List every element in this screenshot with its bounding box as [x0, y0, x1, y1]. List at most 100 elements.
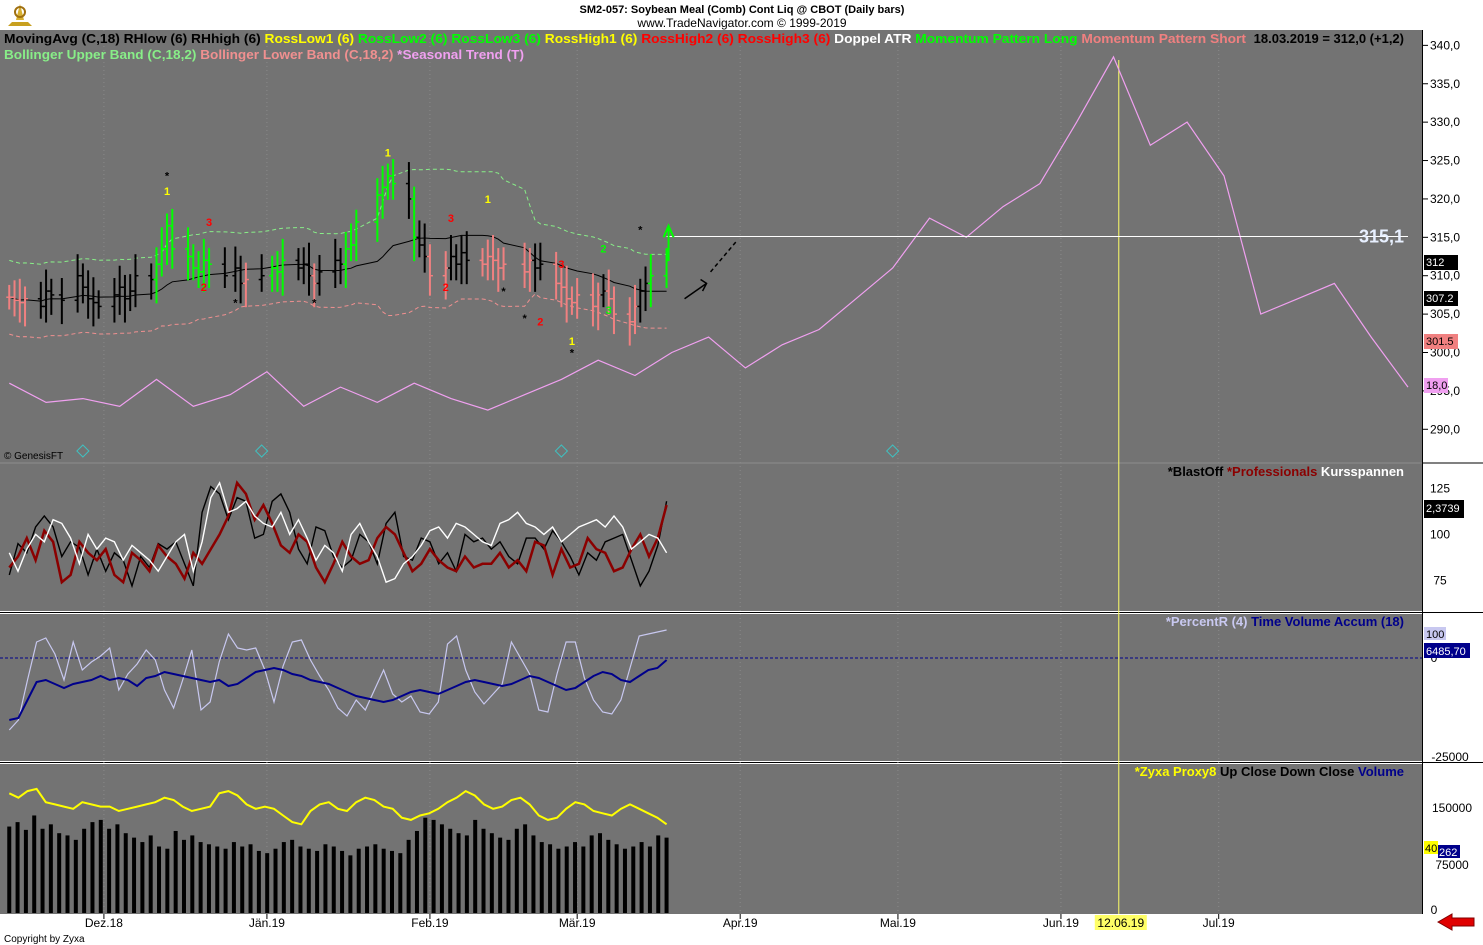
legend-entry[interactable]: RHhigh (6) — [187, 31, 260, 46]
price-tick-label: 310,0 — [1430, 269, 1460, 283]
legend-entry[interactable]: RossHigh3 (6) — [734, 31, 830, 46]
volume-bar — [647, 846, 652, 913]
ross-marker: 2 — [600, 244, 606, 256]
volume-bar — [82, 828, 87, 913]
legend-entry[interactable]: Bollinger Lower Band (C,18,2) — [196, 47, 393, 62]
volume-bar — [489, 833, 494, 913]
volume-bar — [15, 822, 20, 913]
volume-bar — [531, 835, 536, 913]
ross-marker: * — [570, 347, 575, 359]
volume-bar — [614, 844, 619, 913]
date-tick-label: Mär.19 — [559, 916, 596, 930]
legend-entry[interactable]: RossLow1 (6) — [261, 31, 354, 46]
legend-entry[interactable]: *Professionals — [1223, 464, 1317, 479]
legend-row-2: Bollinger Upper Band (C,18,2) Bollinger … — [4, 47, 524, 62]
legend-entry[interactable]: RossLow2 (6) — [354, 31, 447, 46]
price-tick-label: 320,0 — [1430, 192, 1460, 206]
volume-bar — [315, 850, 320, 913]
scroll-right-arrow-icon[interactable] — [1436, 913, 1475, 931]
volume-bar — [448, 828, 453, 913]
volume-bar — [290, 839, 295, 913]
volume-panel[interactable] — [0, 764, 1422, 914]
volume-tick-label: 150000 — [1432, 801, 1472, 815]
volume-bar — [664, 837, 669, 913]
legend-entry[interactable]: RHlow (6) — [120, 31, 187, 46]
oscillator-panel[interactable] — [0, 464, 1422, 611]
vendor-label: © GenesisFT — [4, 451, 63, 462]
price-tick-label: 325,0 — [1430, 154, 1460, 168]
legend-entry[interactable]: *Seasonal Trend (T) — [393, 47, 524, 62]
legend-entry[interactable]: Bollinger Upper Band (C,18,2) — [4, 47, 196, 62]
volume-bar — [215, 846, 220, 913]
volume-bar — [65, 835, 70, 913]
percentr-tick-label: -25000 — [1431, 750, 1469, 764]
price-tick-label: 305,0 — [1430, 307, 1460, 321]
volume-bar — [123, 833, 128, 913]
date-tick-label: Mai.19 — [880, 916, 916, 930]
volume-bar — [73, 839, 78, 913]
legend-oscillator: *BlastOff *Professionals Kursspannen — [1168, 464, 1404, 479]
volume-bar — [348, 855, 353, 913]
legend-volume: *Zyxa Proxy8 Up Close Down Close Volume — [1135, 764, 1404, 779]
chart-canvas: 315,11*32**1321**231*23* 290,0295,0300,0… — [0, 4, 1483, 945]
ross-marker: * — [501, 286, 506, 298]
ross-marker: 2 — [201, 282, 207, 294]
volume-bar — [523, 824, 528, 913]
legend-entry[interactable]: Momentum Pattern Long — [911, 31, 1077, 46]
legend-entry[interactable]: Doppel ATR — [830, 31, 912, 46]
volume-bar — [373, 844, 378, 913]
price-tick-label: 315,0 — [1430, 230, 1460, 244]
volume-bar — [90, 822, 95, 913]
legend-entry[interactable]: Volume — [1354, 764, 1404, 779]
volume-tick-label: 0 — [1431, 903, 1438, 917]
percentr-end-label: 100 — [1426, 629, 1444, 641]
volume-bar — [40, 828, 45, 913]
volume-bar — [564, 846, 569, 913]
legend-entry[interactable]: *Zyxa Proxy8 — [1135, 764, 1217, 779]
volume-bar — [298, 846, 303, 913]
volume-bar — [273, 848, 278, 913]
legend-entry[interactable]: *BlastOff — [1168, 464, 1224, 479]
ross-marker: * — [165, 171, 170, 183]
volume-bar — [248, 844, 253, 913]
volume-bar — [622, 848, 627, 913]
volume-bar — [631, 846, 636, 913]
tradenavigator-logo-icon — [8, 4, 32, 26]
volume-tick-label: 75000 — [1435, 858, 1469, 872]
volume-bar — [381, 848, 386, 913]
legend-entry[interactable]: Down Close — [1276, 764, 1354, 779]
upper-band-end-label: 312 — [1426, 257, 1444, 269]
price-tick-label: 290,0 — [1430, 422, 1460, 436]
level-line-label: 315,1 — [1359, 227, 1404, 247]
volume-bar — [389, 850, 394, 913]
legend-entry[interactable]: Up Close — [1216, 764, 1276, 779]
volume-bar — [223, 848, 228, 913]
volume-bar — [556, 848, 561, 913]
ross-marker: 1 — [385, 148, 391, 160]
lower-band-end-label: 301.5 — [1426, 336, 1454, 348]
legend-entry[interactable]: RossLow3 (6) — [448, 31, 541, 46]
volume-bar — [406, 839, 411, 913]
legend-entry[interactable]: RossHigh2 (6) — [637, 31, 733, 46]
oscillator-tick-label: 125 — [1430, 481, 1450, 495]
ross-marker: 1 — [569, 336, 575, 348]
ross-marker: * — [638, 224, 643, 236]
volume-bar — [506, 839, 511, 913]
price-panel[interactable] — [0, 30, 1422, 462]
ross-marker: 3 — [448, 213, 454, 225]
legend-entry[interactable]: Time Volume Accum (18) — [1247, 614, 1404, 629]
legend-entry[interactable]: *PercentR (4) — [1166, 614, 1248, 629]
copyright-label: Copyright by Zyxa — [4, 934, 85, 945]
legend-entry[interactable]: RossHigh1 (6) — [541, 31, 637, 46]
volume-bar — [365, 846, 370, 913]
legend-entry[interactable]: Momentum Pattern Short — [1078, 31, 1247, 46]
ross-marker: * — [312, 297, 317, 309]
legend-entry[interactable]: Kursspannen — [1317, 464, 1404, 479]
ross-marker: 3 — [606, 305, 612, 317]
oscillator-end-label-1: 2,3739 — [1426, 503, 1460, 515]
price-tick-label: 340,0 — [1430, 38, 1460, 52]
volume-bar — [240, 846, 245, 913]
legend-entry[interactable]: MovingAvg (C,18) — [4, 31, 120, 46]
volume-bar — [198, 842, 203, 913]
volume-bar — [514, 828, 519, 913]
